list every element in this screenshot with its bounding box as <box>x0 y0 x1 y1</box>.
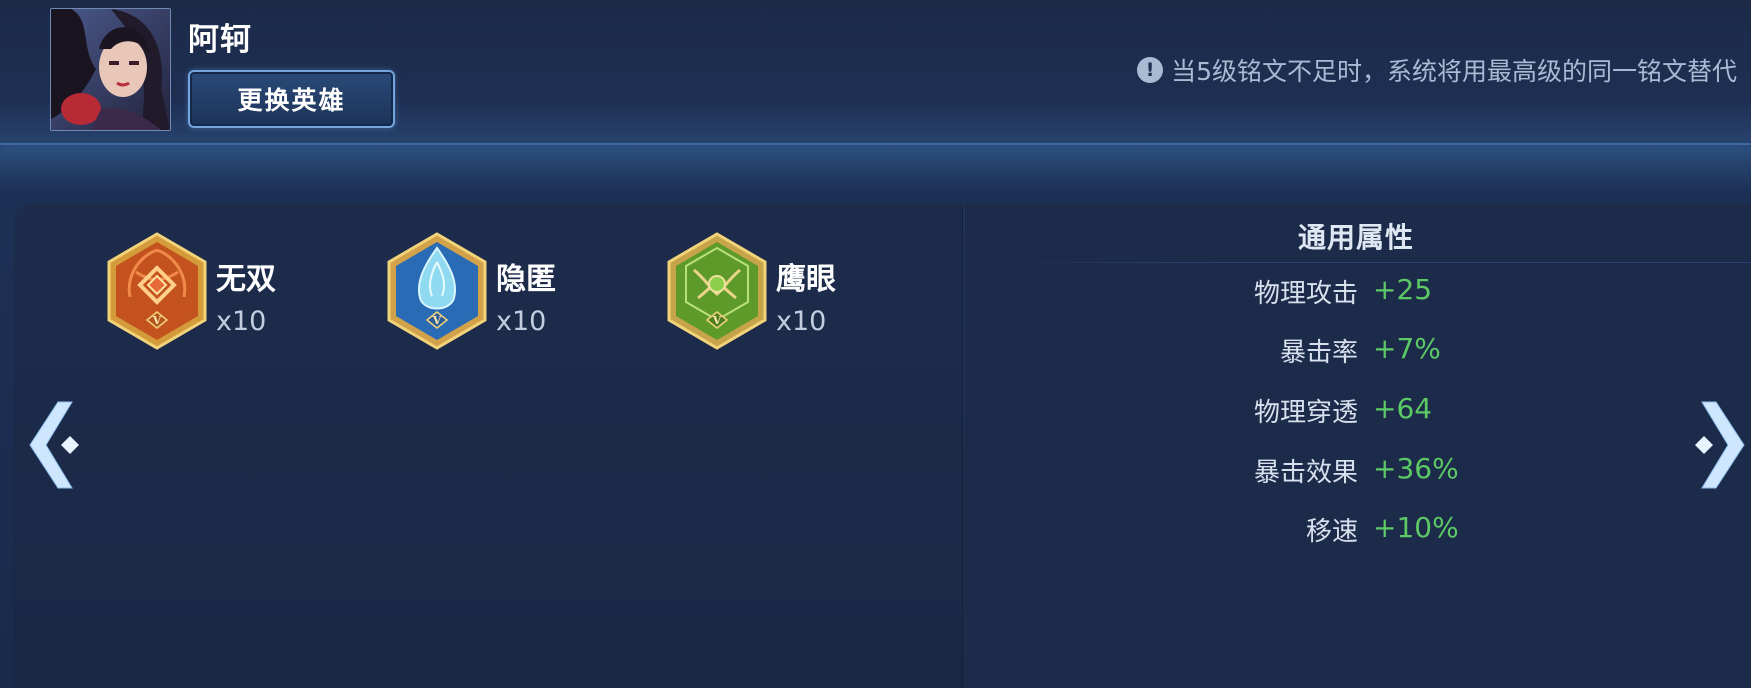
stat-label: 物理攻击 <box>1253 279 1358 309</box>
notice-text: 当5级铭文不足时，系统将用最高级的同一铭文替代 <box>1171 57 1737 86</box>
hero-portrait-icon <box>51 9 170 130</box>
stats-title: 通用属性 <box>1298 221 1415 254</box>
rune-count: x10 <box>496 306 547 337</box>
rune-item-yingyan[interactable]: V 鹰眼 x10 <box>666 232 916 352</box>
rune-count: x10 <box>216 306 267 337</box>
stat-label: 暴击效果 <box>1253 458 1358 488</box>
stat-value: +7% <box>1373 332 1441 365</box>
rune-notice: ! 当5级铭文不足时，系统将用最高级的同一铭文替代 <box>1137 52 1737 88</box>
rune-name: 隐匿 <box>496 262 556 297</box>
rune-page: 阿轲 更换英雄 ! 当5级铭文不足时，系统将用最高级的同一铭文替代 V 无双 x… <box>0 0 1751 688</box>
stat-label: 暴击率 <box>1279 338 1358 368</box>
stats-divider <box>1000 262 1751 263</box>
prev-page-button[interactable] <box>24 400 84 490</box>
stat-label: 移速 <box>1305 517 1358 547</box>
stat-row: 物理攻击 +25 <box>1000 273 1700 313</box>
stat-value: +64 <box>1373 392 1433 425</box>
stat-row: 暴击率 +7% <box>1000 332 1700 372</box>
panel-divider <box>962 205 965 688</box>
rune-name: 鹰眼 <box>776 262 836 297</box>
stat-value: +25 <box>1373 273 1433 306</box>
hero-avatar[interactable] <box>50 8 171 131</box>
wushuang-rune-icon: V <box>107 232 207 350</box>
yingyan-rune-icon: V <box>667 232 767 350</box>
info-icon: ! <box>1137 57 1164 83</box>
svg-text:V: V <box>152 314 162 327</box>
rune-count: x10 <box>776 306 827 337</box>
stat-label: 物理穿透 <box>1253 398 1358 428</box>
svg-text:V: V <box>432 314 442 327</box>
next-page-button[interactable] <box>1690 400 1750 490</box>
stat-row: 移速 +10% <box>1000 511 1700 551</box>
stat-value: +36% <box>1373 452 1459 485</box>
stat-row: 物理穿透 +64 <box>1000 392 1700 432</box>
chevron-left-icon <box>29 401 79 489</box>
stat-row: 暴击效果 +36% <box>1000 452 1700 492</box>
stat-value: +10% <box>1373 511 1459 544</box>
rune-item-wushuang[interactable]: V 无双 x10 <box>106 232 356 352</box>
rune-item-yinni[interactable]: V 隐匿 x10 <box>386 232 636 352</box>
hero-name: 阿轲 <box>188 22 252 58</box>
chevron-right-icon <box>1695 401 1745 489</box>
rune-name: 无双 <box>216 262 276 297</box>
yinni-rune-icon: V <box>387 232 487 350</box>
svg-text:V: V <box>712 314 722 327</box>
switch-hero-button[interactable]: 更换英雄 <box>188 70 395 128</box>
